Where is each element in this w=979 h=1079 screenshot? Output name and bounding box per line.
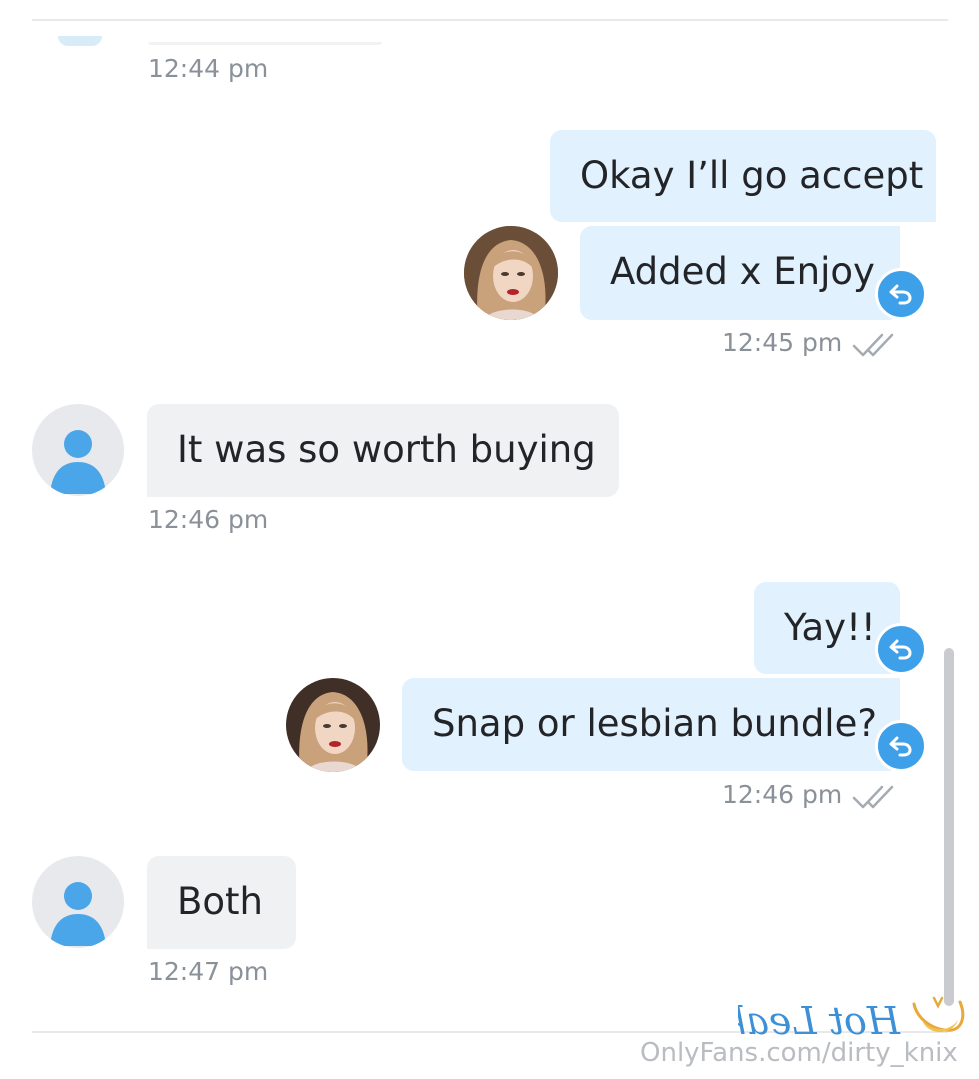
model-avatar[interactable]: [464, 226, 558, 320]
previous-avatar-edge: [58, 36, 102, 46]
sent-message-okay[interactable]: Okay I’ll go accept: [550, 130, 936, 222]
undo-button[interactable]: [875, 623, 927, 675]
received-message-worth[interactable]: It was so worth buying: [147, 404, 619, 497]
user-avatar[interactable]: [32, 404, 124, 496]
previous-bubble-edge: [148, 42, 382, 45]
sent-message-snap[interactable]: Snap or lesbian bundle?: [402, 678, 900, 771]
msg-worth-time: 12:46 pm: [148, 505, 269, 534]
model-photo: [286, 678, 380, 772]
previous-message-time: 12:44 pm: [148, 54, 269, 83]
user-avatar[interactable]: [32, 856, 124, 948]
undo-arrow-icon: [889, 639, 912, 660]
scrollbar[interactable]: [944, 648, 954, 1006]
model-photo: [464, 226, 558, 320]
undo-button[interactable]: [875, 268, 927, 320]
model-avatar[interactable]: [286, 678, 380, 772]
double-check-icon: [852, 785, 894, 809]
user-silhouette-icon: [50, 430, 106, 494]
svg-text:Hot Leak: Hot Leak: [738, 999, 901, 1043]
undo-arrow-icon: [889, 284, 912, 305]
received-message-both[interactable]: Both: [147, 856, 296, 949]
top-divider: [32, 19, 948, 21]
group1-time: 12:45 pm: [722, 328, 843, 357]
sent-message-added[interactable]: Added x Enjoy: [580, 226, 900, 320]
msg-both-time: 12:47 pm: [148, 957, 269, 986]
undo-button[interactable]: [875, 720, 927, 772]
group2-time: 12:46 pm: [722, 780, 843, 809]
watermark-url: OnlyFans.com/dirty_knix: [640, 1038, 958, 1068]
user-silhouette-icon: [50, 882, 106, 946]
watermark-logo: Hot Leak: [738, 996, 965, 1043]
double-check-icon: [852, 333, 894, 357]
undo-arrow-icon: [889, 736, 912, 757]
